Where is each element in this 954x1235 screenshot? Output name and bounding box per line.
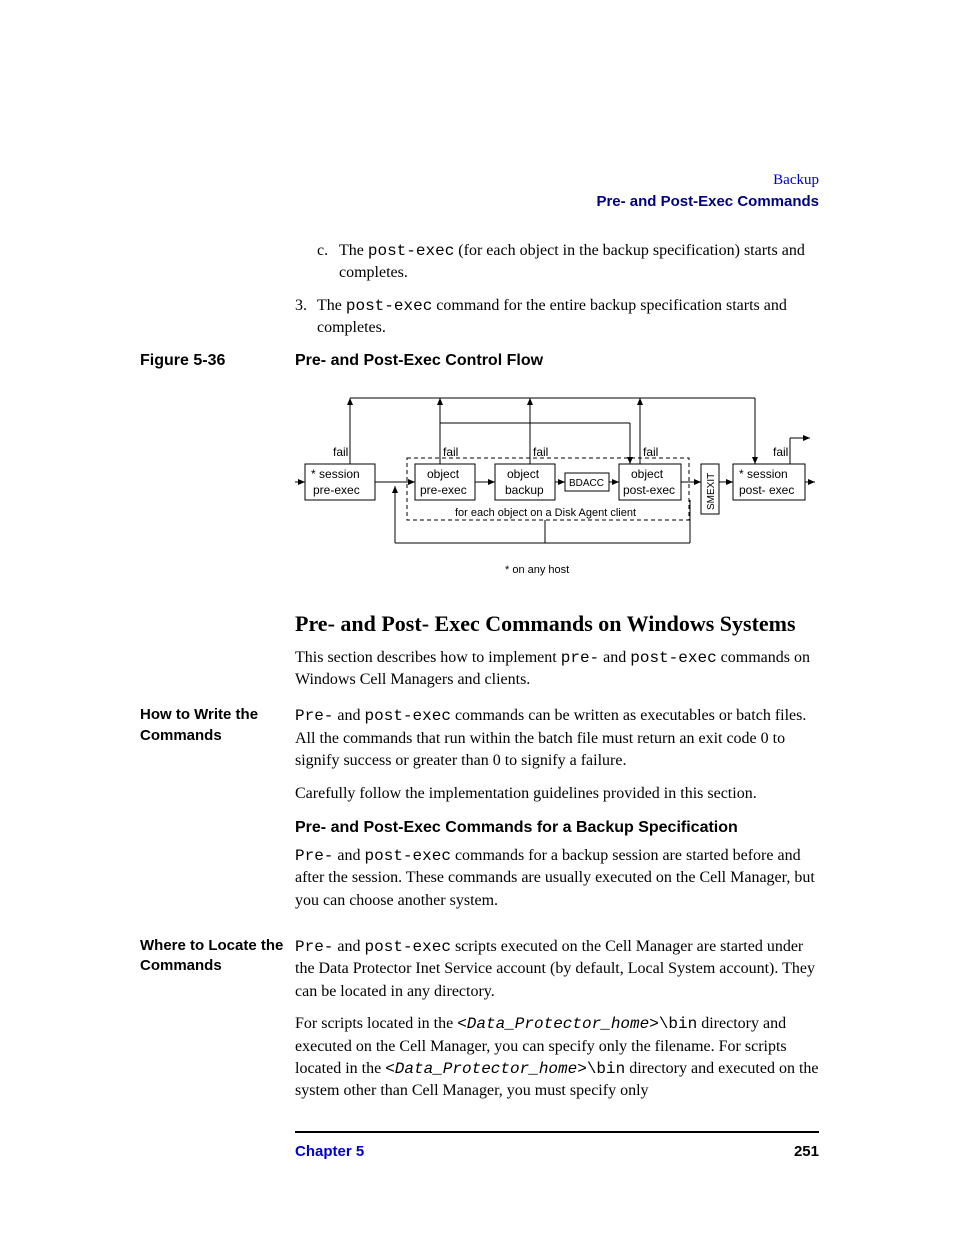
text: The: [339, 242, 368, 259]
list-item-c: c. The post-exec (for each object in the…: [317, 240, 819, 285]
code-post-exec: post-exec: [368, 242, 454, 260]
svg-text:for each object on a Disk Agen: for each object on a Disk Agent client: [455, 507, 636, 519]
svg-text:object: object: [631, 467, 664, 481]
section-heading: Pre- and Post- Exec Commands on Windows …: [295, 611, 819, 637]
svg-text:post- exec: post- exec: [739, 483, 794, 497]
sub-heading: Pre- and Post-Exec Commands for a Backup…: [295, 819, 819, 837]
sub-paragraph: Pre- and post-exec commands for a backup…: [295, 845, 819, 912]
header-subsection: Pre- and Post-Exec Commands: [596, 191, 819, 212]
howto-label: How to Write the Commands: [140, 705, 295, 922]
howto-p2: Carefully follow the implementation guid…: [295, 783, 819, 805]
where-p1: Pre- and post-exec scripts executed on t…: [295, 936, 819, 1003]
list-marker-c: c.: [317, 240, 328, 262]
svg-text:fail: fail: [443, 445, 458, 459]
figure-label: Figure 5-36: [140, 352, 295, 370]
svg-text:backup: backup: [505, 483, 544, 497]
where-label: Where to Locate the Commands: [140, 936, 295, 1113]
footer-chapter-link[interactable]: Chapter 5: [295, 1143, 364, 1160]
svg-text:* on any host: * on any host: [505, 564, 569, 576]
figure-heading-row: Figure 5-36 Pre- and Post-Exec Control F…: [140, 352, 819, 370]
svg-text:* session: * session: [311, 467, 360, 481]
where-row: Where to Locate the Commands Pre- and po…: [140, 936, 819, 1113]
page-footer: Chapter 5 251: [295, 1131, 819, 1160]
howto-row: How to Write the Commands Pre- and post-…: [140, 705, 819, 922]
svg-text:fail: fail: [643, 445, 658, 459]
svg-text:fail: fail: [533, 445, 548, 459]
intro-paragraph: This section describes how to implement …: [295, 647, 819, 692]
figure-title: Pre- and Post-Exec Control Flow: [295, 352, 543, 370]
code-post-exec: post-exec: [346, 297, 432, 315]
svg-text:* session: * session: [739, 467, 788, 481]
svg-text:fail: fail: [333, 445, 348, 459]
control-flow-diagram: fail fail fail fail fail * session pre-e…: [295, 378, 819, 593]
howto-p1: Pre- and post-exec commands can be writt…: [295, 705, 819, 772]
svg-text:object: object: [507, 467, 540, 481]
svg-text:object: object: [427, 467, 460, 481]
svg-text:BDACC: BDACC: [569, 478, 604, 489]
svg-text:fail: fail: [773, 445, 788, 459]
list-marker-3: 3.: [295, 295, 307, 317]
svg-text:pre-exec: pre-exec: [420, 483, 467, 497]
text: The: [317, 297, 346, 314]
page-header: Backup Pre- and Post-Exec Commands: [596, 170, 819, 212]
list-item-3: 3. The post-exec command for the entire …: [295, 295, 819, 340]
header-section-link[interactable]: Backup: [596, 170, 819, 191]
svg-text:SMEXIT: SMEXIT: [706, 472, 717, 509]
where-p2: For scripts located in the <Data_Protect…: [295, 1013, 819, 1103]
footer-page-number: 251: [794, 1143, 819, 1160]
svg-text:pre-exec: pre-exec: [313, 483, 360, 497]
svg-text:post-exec: post-exec: [623, 483, 675, 497]
